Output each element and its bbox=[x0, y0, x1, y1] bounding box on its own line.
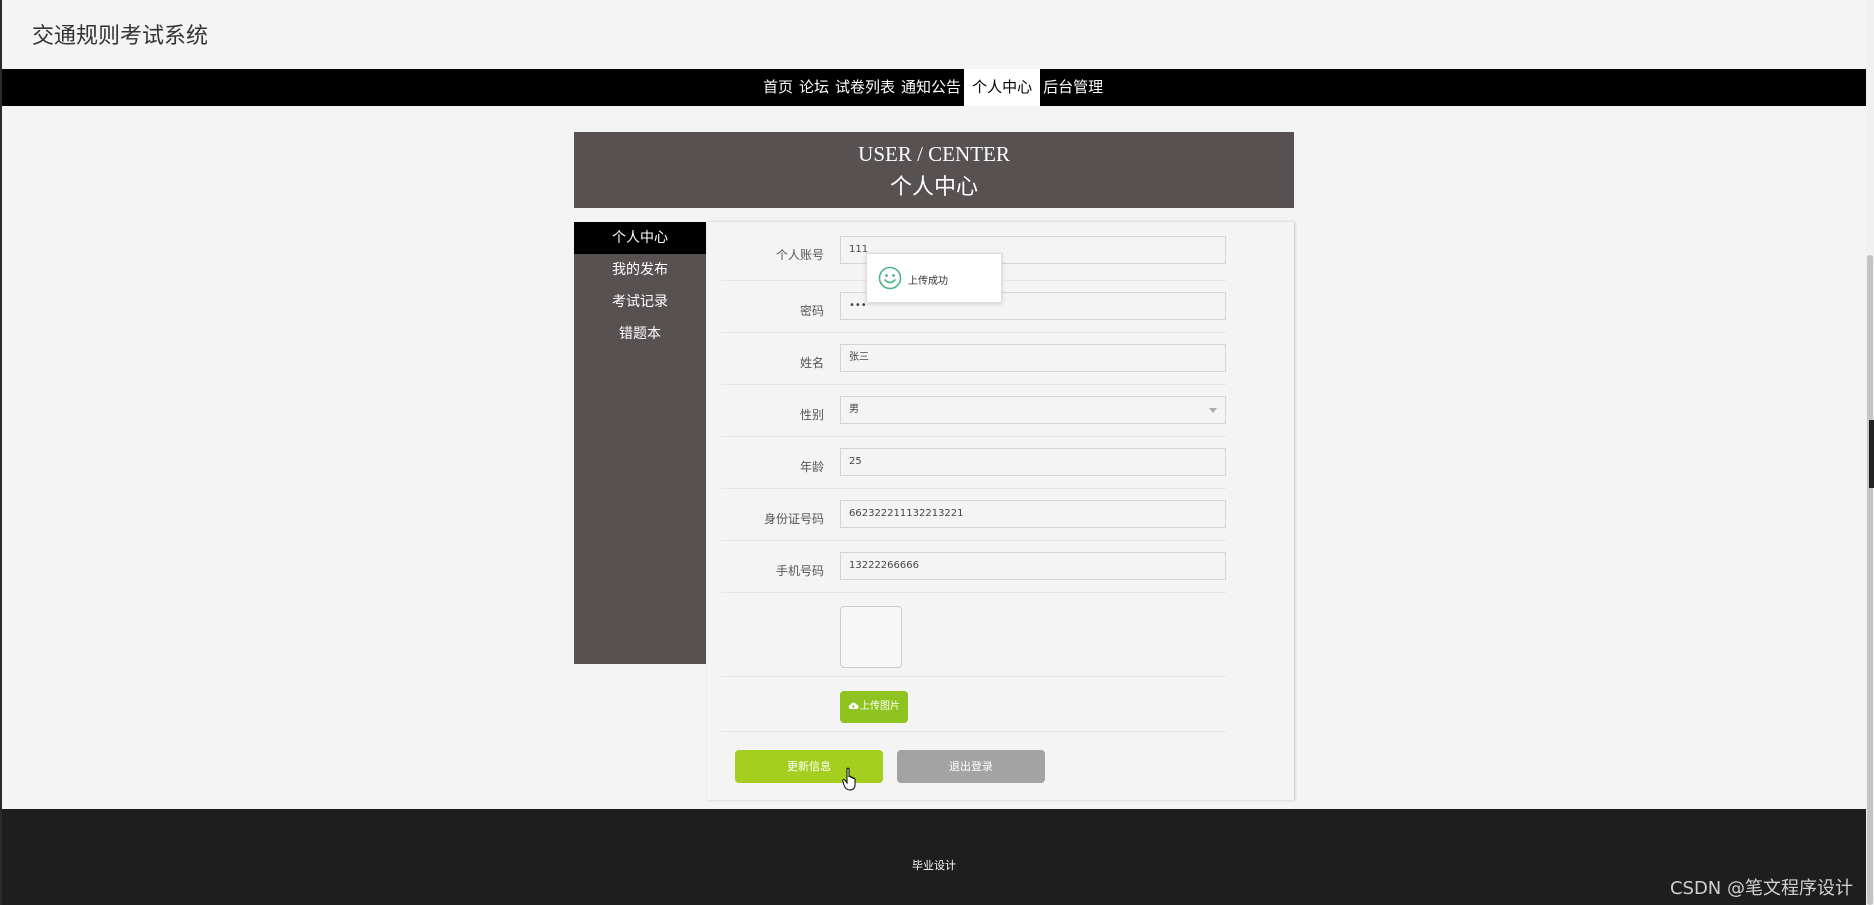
name-input[interactable]: 张三 bbox=[840, 344, 1226, 372]
site-footer: 毕业设计 bbox=[2, 809, 1866, 905]
form-row-age: 年龄 25 bbox=[721, 436, 1226, 489]
age-input[interactable]: 25 bbox=[840, 448, 1226, 476]
update-info-button[interactable]: 更新信息 bbox=[735, 750, 883, 783]
avatar-preview bbox=[840, 606, 902, 668]
main-nav: 首页 论坛 试卷列表 通知公告 个人中心 后台管理 bbox=[2, 69, 1866, 106]
nav-item-home[interactable]: 首页 bbox=[760, 69, 796, 106]
nav-item-exam-list[interactable]: 试卷列表 bbox=[832, 69, 898, 106]
page-scrollbar[interactable] bbox=[1866, 0, 1874, 905]
account-label: 个人账号 bbox=[775, 248, 824, 262]
gender-select[interactable]: 男 bbox=[840, 396, 1226, 424]
sidebar-item-exam-records[interactable]: 考试记录 bbox=[574, 286, 706, 318]
sidebar-item-user-center[interactable]: 个人中心 bbox=[574, 222, 706, 254]
page-title-cn: 个人中心 bbox=[889, 174, 978, 199]
phone-input[interactable]: 13222266666 bbox=[840, 552, 1226, 580]
scrollbar-thumb[interactable] bbox=[1867, 255, 1873, 905]
window-edge bbox=[0, 0, 2, 905]
nav-item-admin[interactable]: 后台管理 bbox=[1040, 69, 1106, 106]
scrollbar-marker bbox=[1869, 420, 1874, 488]
site-header: 交通规则考试系统 bbox=[2, 0, 1866, 69]
sidebar-item-wrong-questions[interactable]: 错题本 bbox=[574, 318, 706, 350]
hand-cursor-icon bbox=[842, 767, 856, 791]
form-row-phone: 手机号码 13222266666 bbox=[721, 540, 1226, 593]
form-row-avatar bbox=[721, 592, 1226, 677]
upload-image-label: 上传图片 bbox=[860, 701, 900, 712]
nav-item-notices[interactable]: 通知公告 bbox=[898, 69, 964, 106]
site-title: 交通规则考试系统 bbox=[32, 24, 209, 49]
watermark: CSDN @笔文程序设计 bbox=[1669, 878, 1853, 899]
age-label: 年龄 bbox=[799, 460, 824, 474]
password-label: 密码 bbox=[799, 304, 824, 318]
sidebar-item-my-posts[interactable]: 我的发布 bbox=[574, 254, 706, 286]
chevron-down-icon bbox=[1209, 408, 1217, 413]
upload-success-toast: 上传成功 bbox=[866, 253, 1002, 303]
toast-message: 上传成功 bbox=[908, 276, 948, 287]
nav-item-user-center[interactable]: 个人中心 bbox=[964, 69, 1041, 106]
form-row-name: 姓名 张三 bbox=[721, 332, 1226, 385]
form-row-id-number: 身份证号码 662322211132213221 bbox=[721, 488, 1226, 541]
gender-label: 性别 bbox=[799, 408, 824, 422]
form-row-gender: 性别 男 bbox=[721, 384, 1226, 437]
id-number-input[interactable]: 662322211132213221 bbox=[840, 500, 1226, 528]
cloud-upload-icon bbox=[848, 702, 859, 710]
profile-form-panel: 个人账号 111 密码 ••• 姓名 张三 性别 男 年龄 25 身份证号码 6… bbox=[707, 222, 1294, 800]
form-row-upload: 上传图片 bbox=[721, 676, 1226, 732]
page-title-en: USER / CENTER bbox=[858, 142, 1010, 166]
name-label: 姓名 bbox=[799, 356, 824, 370]
nav-items: 首页 论坛 试卷列表 通知公告 个人中心 后台管理 bbox=[760, 69, 1106, 106]
page-header: USER / CENTER 个人中心 bbox=[574, 132, 1294, 208]
nav-item-forum[interactable]: 论坛 bbox=[796, 69, 832, 106]
upload-image-button[interactable]: 上传图片 bbox=[840, 691, 908, 723]
smiley-icon bbox=[878, 266, 902, 290]
id-number-label: 身份证号码 bbox=[763, 512, 824, 526]
logout-button[interactable]: 退出登录 bbox=[897, 750, 1045, 783]
gender-value: 男 bbox=[849, 404, 859, 415]
footer-text: 毕业设计 bbox=[912, 859, 956, 872]
phone-label: 手机号码 bbox=[775, 564, 824, 578]
user-sidebar: 个人中心 我的发布 考试记录 错题本 bbox=[574, 222, 706, 664]
